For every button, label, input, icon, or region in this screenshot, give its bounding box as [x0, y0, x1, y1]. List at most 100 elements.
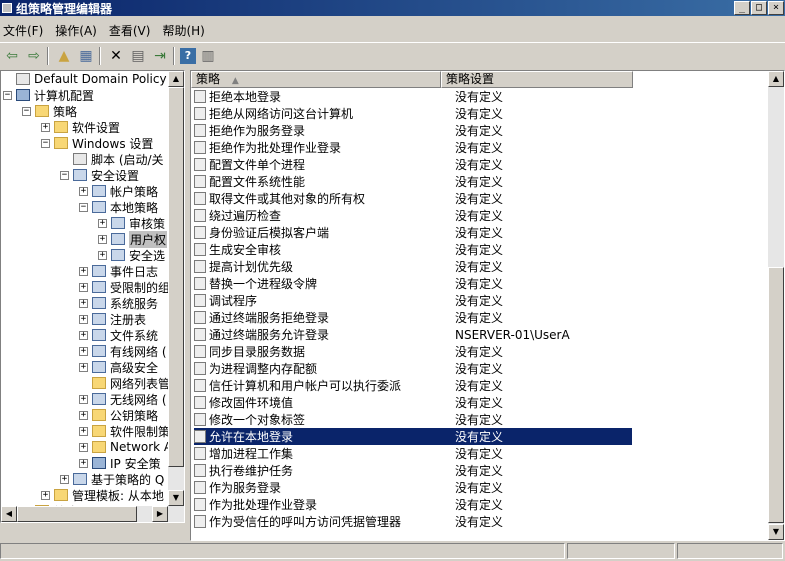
policy-row[interactable]: 作为受信任的呼叫方访问凭据管理器 没有定义 — [194, 513, 694, 530]
expand-icon[interactable]: + — [79, 314, 88, 324]
tree-node[interactable]: 网络列表管 — [79, 375, 170, 391]
tree-node[interactable]: − 安全设置 — [60, 167, 139, 183]
expand-icon[interactable]: + — [79, 362, 88, 372]
policy-row[interactable]: 调试程序 没有定义 — [194, 292, 694, 309]
scroll-thumb[interactable] — [17, 506, 137, 522]
policy-row[interactable]: 修改固件环境值 没有定义 — [194, 394, 694, 411]
policy-row[interactable]: 为进程调整内存配额 没有定义 — [194, 360, 694, 377]
policy-list[interactable]: 策略 ▲ 策略设置 拒绝本地登录 没有定义 拒绝从网络访问这台计算机 没有定义 拒绝作为… — [190, 70, 785, 541]
expand-icon[interactable]: + — [79, 442, 88, 452]
expand-icon[interactable]: + — [79, 394, 88, 404]
tree-node[interactable]: + 基于策略的 Q — [60, 471, 164, 487]
collapse-icon[interactable]: − — [79, 202, 88, 212]
collapse-icon[interactable]: − — [3, 523, 12, 524]
tree-node[interactable]: + 事件日志 — [79, 263, 158, 279]
tree-node[interactable]: + 软件设置 — [41, 119, 120, 135]
expand-icon[interactable]: + — [79, 282, 88, 292]
policy-row[interactable]: 作为批处理作业登录 没有定义 — [194, 496, 694, 513]
tree-node[interactable]: + 无线网络 ( — [79, 391, 167, 407]
tree-node[interactable]: + 审核策 — [98, 215, 165, 231]
policy-row[interactable]: 身份验证后模拟客户端 没有定义 — [194, 224, 694, 241]
delete-icon[interactable]: ✕ — [106, 46, 126, 66]
menu-action[interactable]: 操作(A) — [52, 22, 106, 39]
tree-node[interactable]: + 系统服务 — [79, 295, 158, 311]
tree-node[interactable]: + 管理模板: 从本地 — [41, 487, 164, 503]
scroll-down-button[interactable]: ▼ — [768, 524, 784, 540]
tree-node[interactable]: + IP 安全策 — [79, 455, 161, 471]
policy-row[interactable]: 拒绝从网络访问这台计算机 没有定义 — [194, 105, 694, 122]
expand-icon[interactable]: + — [98, 250, 107, 260]
tree-node[interactable]: − 本地策略 — [79, 199, 158, 215]
back-icon[interactable]: ⇦ — [2, 46, 22, 66]
collapse-icon[interactable]: − — [41, 138, 50, 148]
collapse-icon[interactable]: − — [60, 170, 69, 180]
expand-icon[interactable]: + — [98, 218, 107, 228]
tree-node[interactable]: + 帐户策略 — [79, 183, 158, 199]
policy-row[interactable]: 通过终端服务允许登录 NSERVER-01\UserA — [194, 326, 694, 343]
expand-icon[interactable]: + — [41, 490, 50, 500]
options-icon[interactable]: ▥ — [198, 46, 218, 66]
tree-node[interactable]: − Windows 设置 — [41, 135, 153, 151]
collapse-icon[interactable]: − — [3, 90, 12, 100]
tree-node[interactable]: 脚本 (启动/关 — [60, 151, 164, 167]
minimize-button[interactable]: _ — [734, 1, 750, 15]
tree-node[interactable]: + 有线网络 ( — [79, 343, 167, 359]
policy-row[interactable]: 拒绝作为服务登录 没有定义 — [194, 122, 694, 139]
tree-node[interactable]: + 注册表 — [79, 311, 146, 327]
policy-row[interactable]: 信任计算机和用户帐户可以执行委派 没有定义 — [194, 377, 694, 394]
export-icon[interactable]: ⇥ — [150, 46, 170, 66]
scroll-up-button[interactable]: ▲ — [768, 71, 784, 87]
expand-icon[interactable]: + — [79, 410, 88, 420]
properties-icon[interactable]: ▤ — [128, 46, 148, 66]
policy-row[interactable]: 执行卷维护任务 没有定义 — [194, 462, 694, 479]
policy-row[interactable]: 提高计划优先级 没有定义 — [194, 258, 694, 275]
policy-row[interactable]: 作为服务登录 没有定义 — [194, 479, 694, 496]
tree-node[interactable]: + 高级安全 — [79, 359, 158, 375]
policy-row[interactable]: 配置文件单个进程 没有定义 — [194, 156, 694, 173]
policy-row[interactable]: 绕过遍历检查 没有定义 — [194, 207, 694, 224]
help-icon[interactable]: ? — [180, 47, 196, 64]
scroll-right-button[interactable]: ▶ — [152, 506, 168, 522]
tree-vertical-scrollbar[interactable]: ▲ ▼ — [168, 71, 184, 522]
tree-pane[interactable]: Default Domain Policy [WI − 计算机配置 − 策略 + 软件设置 −… — [0, 70, 185, 523]
policy-row[interactable]: 拒绝本地登录 没有定义 — [194, 88, 694, 105]
scroll-up-button[interactable]: ▲ — [168, 71, 184, 87]
policy-row[interactable]: 通过终端服务拒绝登录 没有定义 — [194, 309, 694, 326]
scroll-thumb[interactable] — [768, 267, 784, 523]
policy-row[interactable]: 配置文件系统性能 没有定义 — [194, 173, 694, 190]
column-header-policy[interactable]: 策略 ▲ — [191, 71, 441, 88]
scroll-left-button[interactable]: ◀ — [1, 506, 17, 522]
expand-icon[interactable]: + — [79, 426, 88, 436]
forward-icon[interactable]: ⇨ — [24, 46, 44, 66]
expand-icon[interactable]: + — [79, 458, 88, 468]
policy-row[interactable]: 修改一个对象标签 没有定义 — [194, 411, 694, 428]
menu-file[interactable]: 文件(F) — [0, 22, 52, 39]
show-tree-icon[interactable]: ▦ — [76, 46, 96, 66]
tree-node[interactable]: + 用户权 — [98, 230, 168, 248]
tree-node[interactable]: + 受限制的组 — [79, 279, 170, 295]
expand-icon[interactable]: + — [79, 346, 88, 356]
policy-row[interactable]: 增加进程工作集 没有定义 — [194, 445, 694, 462]
list-vertical-scrollbar[interactable]: ▲ ▼ — [768, 71, 784, 540]
scroll-thumb[interactable] — [168, 87, 184, 467]
menu-view[interactable]: 查看(V) — [106, 22, 160, 39]
tree-node[interactable]: − 策略 — [22, 103, 77, 119]
expand-icon[interactable]: + — [60, 474, 69, 484]
collapse-icon[interactable]: − — [22, 106, 31, 116]
tree-node[interactable]: + 软件限制策 — [79, 423, 170, 439]
tree-node[interactable]: + 安全选 — [98, 247, 165, 263]
close-button[interactable]: × — [768, 1, 784, 15]
expand-icon[interactable]: + — [98, 234, 107, 244]
up-folder-icon[interactable]: ▲ — [54, 46, 74, 66]
expand-icon[interactable]: + — [41, 122, 50, 132]
tree-node[interactable]: − 计算机配置 — [3, 87, 94, 103]
expand-icon[interactable]: + — [79, 330, 88, 340]
tree-node[interactable]: + 文件系统 — [79, 327, 158, 343]
menu-help[interactable]: 帮助(H) — [159, 22, 213, 39]
expand-icon[interactable]: + — [79, 266, 88, 276]
policy-row[interactable]: 替换一个进程级令牌 没有定义 — [194, 275, 694, 292]
tree-node[interactable]: + 公钥策略 — [79, 407, 158, 423]
policy-row[interactable]: 允许在本地登录 没有定义 — [194, 428, 632, 445]
expand-icon[interactable]: + — [79, 186, 88, 196]
column-header-setting[interactable]: 策略设置 — [441, 71, 633, 88]
